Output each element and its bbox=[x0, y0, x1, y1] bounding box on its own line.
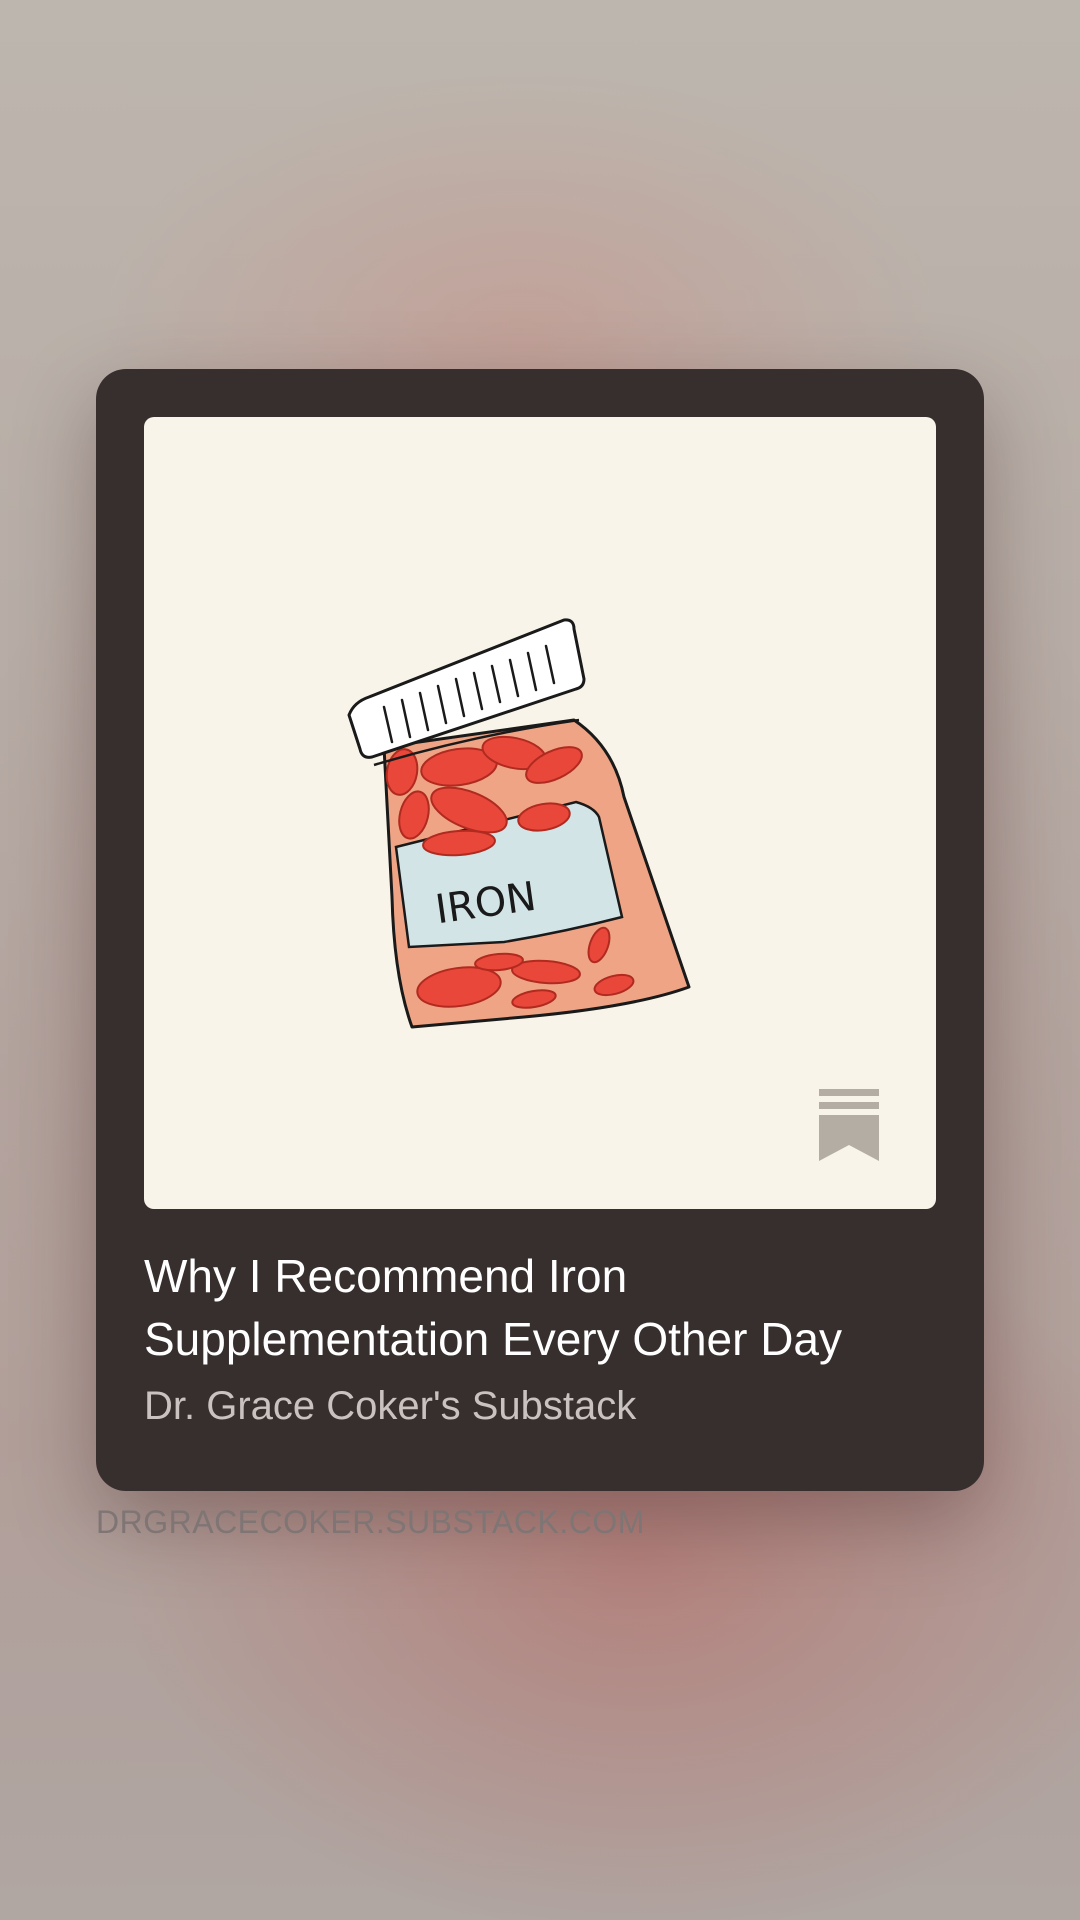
link-domain[interactable]: DRGRACECOKER.SUBSTACK.COM bbox=[96, 1502, 645, 1542]
substack-bookmark-icon bbox=[819, 1089, 879, 1161]
article-title[interactable]: Why I Recommend Iron Supplementation Eve… bbox=[144, 1245, 944, 1371]
link-preview-card[interactable]: IRON Why I Recommend Iron Supplementatio… bbox=[96, 369, 984, 1491]
publication-name: Dr. Grace Coker's Substack bbox=[144, 1384, 637, 1428]
article-thumbnail: IRON bbox=[144, 417, 936, 1209]
iron-bottle-illustration: IRON bbox=[347, 618, 691, 1029]
